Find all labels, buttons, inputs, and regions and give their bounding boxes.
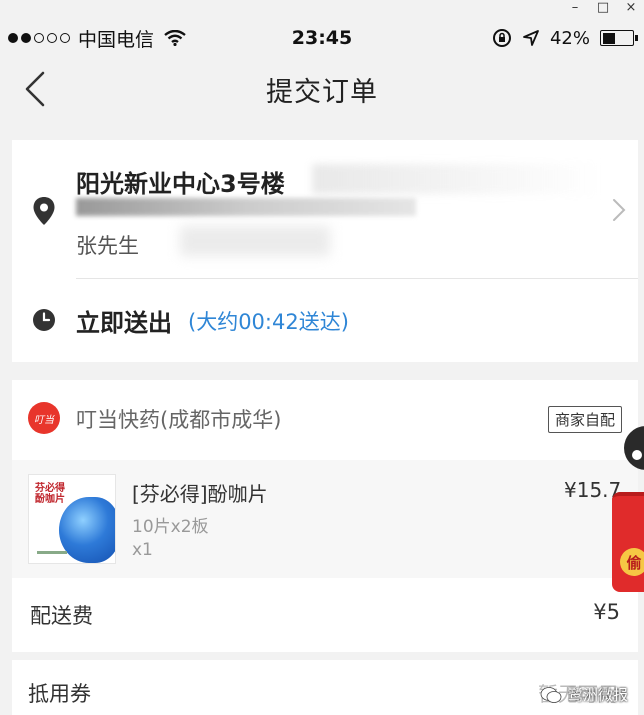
thief-mascot-icon [624,426,644,470]
chevron-left-icon [25,71,45,107]
redpack-coin: 偷 [620,548,644,576]
red-packet-promo[interactable]: 偷 [612,420,644,596]
store-header: 叮当 叮当快药(成都市成华) 商家自配 [12,380,638,458]
battery-percent: 42% [549,27,590,49]
status-right: 42% [492,27,638,49]
product-quantity: x1 [132,540,153,560]
product-image: 芬必得 酚咖片 [28,474,116,564]
delivery-label: 立即送出 [76,309,172,337]
close-button[interactable]: × [624,0,638,18]
address-contact: 张先生 [76,234,139,258]
product-name: [芬必得]酚咖片 [132,482,268,506]
window-controls: – □ × [568,0,638,18]
phone-redacted [180,226,330,256]
status-bar: 中国电信 23:45 42% [0,20,644,56]
delivery-eta: (大约00:42送达) [188,310,349,334]
address-card: 阳光新业中心3号楼 张先生 立即送出 (大约00:42送达) [12,140,638,362]
address-street-redacted [76,198,416,216]
rotation-lock-icon [492,29,511,47]
delivery-time-selector[interactable]: 立即送出 (大约00:42送达) [12,279,638,362]
location-arrow-icon [523,30,539,46]
section-gap [12,652,638,660]
red-packet-icon: 偷 [612,492,644,592]
location-pin-icon [33,197,55,225]
product-item[interactable]: 芬必得 酚咖片 [芬必得]酚咖片 10片x2板 x1 ¥15.7 [12,460,638,578]
product-image-label: 芬必得 酚咖片 [35,483,65,505]
status-left: 中国电信 [8,25,186,52]
delivery-fee-row: 配送费 ¥5 [12,578,638,652]
watermark: 鹭洲微报 [540,684,628,705]
store-logo: 叮当 [28,402,60,434]
address-building: 阳光新业中心3号楼 [76,170,285,198]
delivery-fee-value: ¥5 [593,600,620,624]
chevron-right-icon [613,199,626,221]
back-button[interactable] [24,70,52,108]
signal-strength-icon [8,33,70,43]
nav-bar: 提交订单 [0,58,644,120]
product-spec: 10片x2板 [132,517,209,537]
address-redacted [312,164,602,194]
store-name: 叮当快药(成都市成华) [76,408,282,432]
order-card: 叮当 叮当快药(成都市成华) 商家自配 芬必得 酚咖片 [芬必得]酚咖片 10片… [12,380,638,715]
wifi-icon [164,30,186,46]
battery-icon [600,30,638,46]
coupon-label: 抵用券 [28,682,91,706]
clock-icon [33,309,55,331]
address-selector[interactable]: 阳光新业中心3号楼 张先生 [12,140,638,278]
minimize-button[interactable]: – [568,0,582,18]
carrier-label: 中国电信 [78,28,155,51]
delivery-type-badge: 商家自配 [547,406,622,433]
delivery-fee-label: 配送费 [30,604,93,628]
wechat-icon [540,686,562,703]
page-title: 提交订单 [266,76,378,108]
maximize-button[interactable]: □ [596,0,610,18]
watermark-text: 鹭洲微报 [567,686,628,704]
